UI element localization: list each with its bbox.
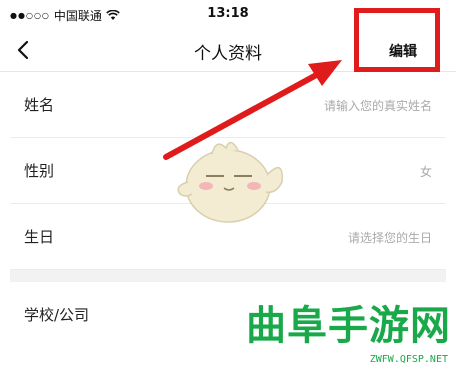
watermark-logo-text: 曲阜手游网	[246, 303, 451, 349]
gender-value: 女	[419, 165, 432, 179]
watermark-url: ZWFW.QFSP.NET	[369, 354, 448, 365]
birthday-placeholder: 请选择您的生日	[347, 231, 432, 245]
school-company-label: 学校/公司	[24, 306, 90, 324]
gender-label: 性别	[24, 162, 55, 180]
birthday-label: 生日	[24, 228, 55, 246]
name-label: 姓名	[24, 96, 55, 114]
mascot-watermark-icon	[177, 141, 283, 223]
section-divider	[10, 270, 446, 282]
name-placeholder: 请输入您的真实姓名	[323, 99, 432, 113]
edit-highlight-box	[354, 8, 440, 72]
